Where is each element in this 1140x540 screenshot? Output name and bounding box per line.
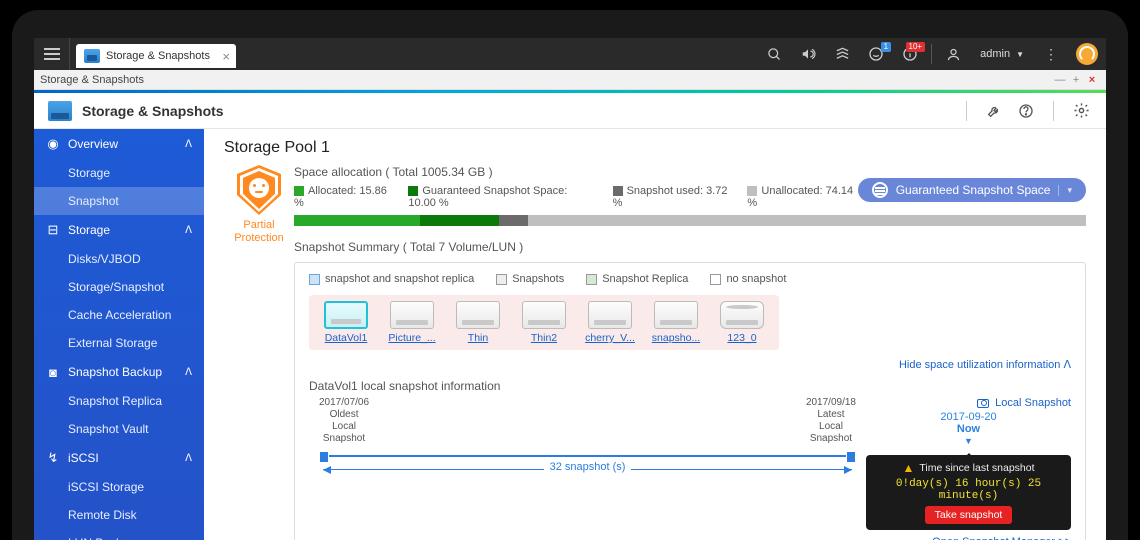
user-icon[interactable] bbox=[936, 38, 970, 70]
window-title: Storage & Snapshots bbox=[40, 74, 144, 86]
now-date: 2017-09-20Now▼ bbox=[866, 411, 1071, 447]
protection-status: PartialProtection bbox=[224, 219, 294, 245]
window-titlebar: Storage & Snapshots — + × bbox=[34, 70, 1106, 90]
tools-icon[interactable] bbox=[983, 100, 1005, 122]
sidebar-item-disks[interactable]: Disks/VJBOD bbox=[34, 245, 204, 273]
camera-icon bbox=[977, 399, 989, 408]
chevron-down-icon: ▼ bbox=[1016, 50, 1024, 59]
allocation-legend: Allocated: 15.86 % Guaranteed Snapshot S… bbox=[294, 185, 858, 209]
sidebar-item-external[interactable]: External Storage bbox=[34, 329, 204, 357]
local-snapshot-label: Local Snapshot bbox=[866, 397, 1071, 409]
timeline-title: DataVol1 local snapshot information bbox=[309, 379, 1071, 393]
volume-item[interactable]: DataVol1 bbox=[319, 301, 373, 344]
chevron-up-icon: ᐱ bbox=[185, 139, 192, 150]
snapshot-legend: snapshot and snapshot replica Snapshots … bbox=[309, 273, 1071, 285]
close-icon[interactable]: × bbox=[222, 49, 230, 64]
chevron-up-icon: ᐱ bbox=[185, 453, 192, 464]
sidebar-item-lun-backup[interactable]: LUN Backup bbox=[34, 529, 204, 540]
caret-down-icon: ▼ bbox=[964, 436, 973, 446]
open-snapshot-manager-link[interactable]: Open Snapshot Manager >> bbox=[866, 536, 1071, 540]
chevron-up-icon: ᐱ bbox=[1063, 359, 1071, 371]
maximize-button[interactable]: + bbox=[1068, 74, 1084, 86]
sidebar-item-iscsi-storage[interactable]: iSCSI Storage bbox=[34, 473, 204, 501]
volume-icon[interactable] bbox=[791, 38, 825, 70]
chevron-up-icon: ᐱ bbox=[185, 367, 192, 378]
storage-icon bbox=[84, 49, 100, 63]
chevron-up-icon: ᐱ bbox=[185, 225, 192, 236]
sidebar-item-storage-snapshot[interactable]: Storage/Snapshot bbox=[34, 273, 204, 301]
stack-icon[interactable] bbox=[825, 38, 859, 70]
tab-label: Storage & Snapshots bbox=[106, 50, 210, 62]
settings-gear-icon[interactable] bbox=[1070, 100, 1092, 122]
drive-icon bbox=[654, 301, 698, 329]
pool-title: Storage Pool 1 bbox=[224, 139, 1086, 157]
iscsi-icon: ↯ bbox=[46, 451, 60, 465]
search-icon[interactable] bbox=[757, 38, 791, 70]
volume-item[interactable]: 123_0 bbox=[715, 301, 769, 344]
snapshot-timeline: 2017/07/06Oldest Local Snapshot 2017/09/… bbox=[309, 397, 866, 540]
warning-icon: ▲ bbox=[902, 461, 914, 475]
database-icon bbox=[872, 182, 888, 198]
protection-shield-icon bbox=[237, 165, 281, 215]
sidebar-item-vault[interactable]: Snapshot Vault bbox=[34, 415, 204, 443]
sidebar-item-storage[interactable]: Storage bbox=[34, 159, 204, 187]
time-since-snapshot-tooltip: ▲Time since last snapshot 0!day(s) 16 ho… bbox=[866, 455, 1071, 530]
volume-item[interactable]: Thin bbox=[451, 301, 505, 344]
user-menu[interactable]: admin▼ bbox=[970, 48, 1034, 60]
minimize-button[interactable]: — bbox=[1052, 74, 1068, 86]
summary-title: Snapshot Summary ( Total 7 Volume/LUN ) bbox=[294, 240, 1086, 254]
sidebar-item-remote-disk[interactable]: Remote Disk bbox=[34, 501, 204, 529]
camera-icon: ◙ bbox=[46, 365, 60, 379]
sidebar-group-overview[interactable]: ◉Overviewᐱ bbox=[34, 129, 204, 159]
lun-icon bbox=[720, 301, 764, 329]
info-badge: 10+ bbox=[906, 42, 926, 52]
app-title: Storage & Snapshots bbox=[82, 103, 224, 119]
volume-item[interactable]: cherry_V... bbox=[583, 301, 637, 344]
volume-item[interactable]: snapsho... bbox=[649, 301, 703, 344]
sidebar-item-replica[interactable]: Snapshot Replica bbox=[34, 387, 204, 415]
notification-icon[interactable]: 1 bbox=[859, 38, 893, 70]
menu-icon[interactable] bbox=[34, 38, 70, 70]
help-icon[interactable] bbox=[1015, 100, 1037, 122]
volume-item[interactable]: Thin2 bbox=[517, 301, 571, 344]
take-snapshot-button[interactable]: Take snapshot bbox=[925, 506, 1013, 524]
drive-icon bbox=[588, 301, 632, 329]
hide-utilization-link[interactable]: Hide space utilization information ᐱ bbox=[309, 358, 1071, 371]
app-header: Storage & Snapshots bbox=[34, 93, 1106, 129]
system-topbar: Storage & Snapshots × 1 10+ admin▼ ⋮ bbox=[34, 38, 1106, 70]
sidebar-group-iscsi[interactable]: ↯iSCSIᐱ bbox=[34, 443, 204, 473]
volume-item[interactable]: Picture_... bbox=[385, 301, 439, 344]
sidebar-group-snapshot-backup[interactable]: ◙Snapshot Backupᐱ bbox=[34, 357, 204, 387]
snapshot-count: 32 snapshot (s) bbox=[544, 461, 632, 473]
allocation-title: Space allocation ( Total 1005.34 GB ) bbox=[294, 165, 858, 179]
info-icon[interactable]: 10+ bbox=[893, 38, 927, 70]
sidebar: ◉Overviewᐱ Storage Snapshot ⊟Storageᐱ Di… bbox=[34, 129, 204, 540]
allocation-bar bbox=[294, 215, 1086, 226]
overview-icon: ◉ bbox=[46, 137, 60, 151]
sidebar-group-storage[interactable]: ⊟Storageᐱ bbox=[34, 215, 204, 245]
drive-icon bbox=[390, 301, 434, 329]
close-button[interactable]: × bbox=[1084, 74, 1100, 86]
elapsed-time: 0!day(s) 16 hour(s) 25 minute(s) bbox=[874, 478, 1063, 502]
main-content: Storage Pool 1 PartialProtection Space a… bbox=[204, 129, 1106, 540]
sidebar-item-cache[interactable]: Cache Acceleration bbox=[34, 301, 204, 329]
notification-badge: 1 bbox=[881, 42, 891, 52]
storage-group-icon: ⊟ bbox=[46, 223, 60, 237]
dropdown-caret-icon: ▾ bbox=[1058, 185, 1072, 196]
drive-icon bbox=[522, 301, 566, 329]
guaranteed-snapshot-space-button[interactable]: Guaranteed Snapshot Space ▾ bbox=[858, 178, 1086, 202]
storage-app-icon bbox=[48, 101, 72, 121]
drive-icon bbox=[456, 301, 500, 329]
app-tab[interactable]: Storage & Snapshots × bbox=[76, 44, 236, 68]
dashboard-gauge-icon[interactable] bbox=[1076, 43, 1098, 65]
drive-icon bbox=[324, 301, 368, 329]
snapshot-summary-panel: snapshot and snapshot replica Snapshots … bbox=[294, 262, 1086, 540]
volume-list: DataVol1 Picture_... Thin Thin2 cherry_V… bbox=[309, 295, 779, 350]
sidebar-item-snapshot[interactable]: Snapshot bbox=[34, 187, 204, 215]
more-icon[interactable]: ⋮ bbox=[1034, 38, 1068, 70]
